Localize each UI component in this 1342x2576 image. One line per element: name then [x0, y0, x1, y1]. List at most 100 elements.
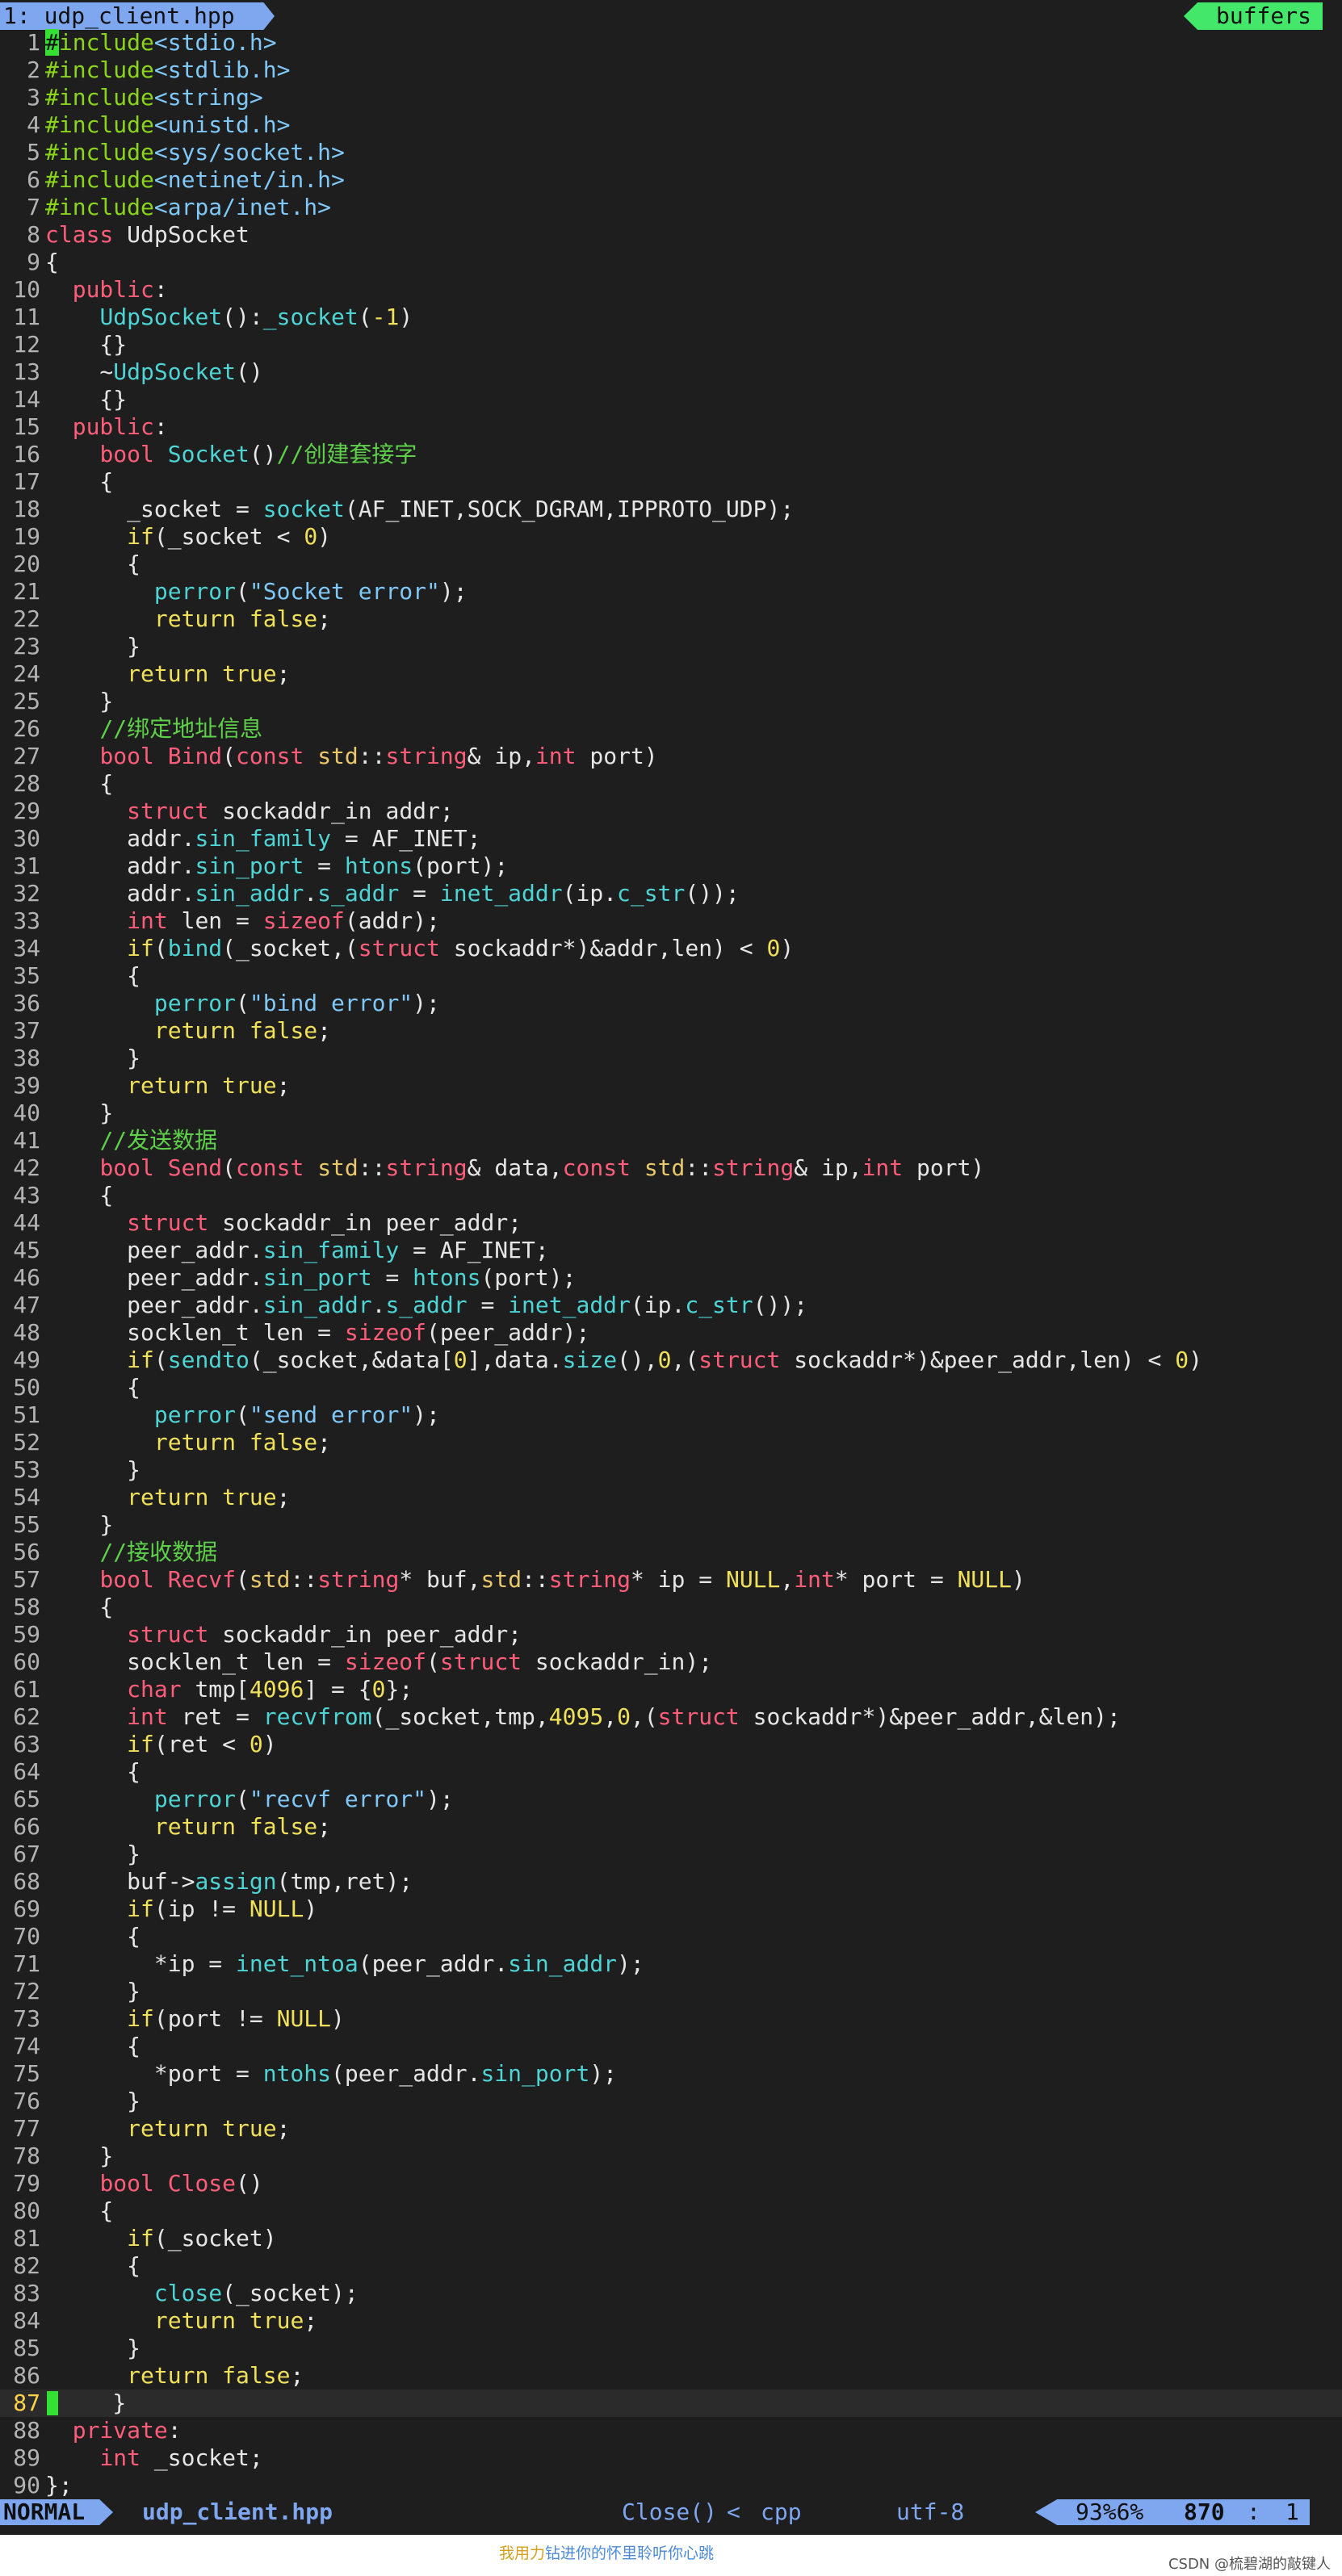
code-line[interactable]: 51 perror("send error");	[0, 1401, 1342, 1429]
code-token: (ret <	[153, 1731, 250, 1757]
tab-udp-client[interactable]: 1: udp_client.hpp	[0, 2, 275, 30]
code-line[interactable]: 73 if(port != NULL)	[0, 2005, 1342, 2033]
code-line[interactable]: 13 ~UdpSocket()	[0, 358, 1342, 386]
code-line[interactable]: 46 peer_addr.sin_port = htons(port);	[0, 1264, 1342, 1292]
code-line[interactable]: 90};	[0, 2472, 1342, 2499]
code-line[interactable]: 8 class UdpSocket	[0, 221, 1342, 249]
code-line[interactable]: 75 *port = ntohs(peer_addr.sin_port);	[0, 2060, 1342, 2088]
code-line[interactable]: 70 {	[0, 1923, 1342, 1950]
code-line[interactable]: 36 perror("bind error");	[0, 990, 1342, 1017]
code-line[interactable]: 38 }	[0, 1045, 1342, 1072]
code-line[interactable]: 24 return true;	[0, 660, 1342, 688]
code-line[interactable]: 11 UdpSocket():_socket(-1)	[0, 304, 1342, 331]
code-line[interactable]: 6 #include<netinet/in.h>	[0, 166, 1342, 194]
code-line[interactable]: 60 socklen_t len = sizeof(struct sockadd…	[0, 1648, 1342, 1676]
code-line[interactable]: 42 bool Send(const std::string& data,con…	[0, 1154, 1342, 1182]
code-line[interactable]: 54 return true;	[0, 1484, 1342, 1511]
code-line[interactable]: 52 return false;	[0, 1429, 1342, 1456]
code-line[interactable]: 32 addr.sin_addr.s_addr = inet_addr(ip.c…	[0, 880, 1342, 907]
code-line[interactable]: 22 return false;	[0, 605, 1342, 633]
code-line[interactable]: 33 int len = sizeof(addr);	[0, 907, 1342, 935]
code-line[interactable]: 29 struct sockaddr_in addr;	[0, 798, 1342, 825]
code-line[interactable]: 61 char tmp[4096] = {0};	[0, 1676, 1342, 1703]
code-line[interactable]: 80 {	[0, 2197, 1342, 2225]
code-line[interactable]: 44 struct sockaddr_in peer_addr;	[0, 1209, 1342, 1237]
code-line[interactable]: 83 close(_socket);	[0, 2280, 1342, 2307]
code-line[interactable]: 1 #include<stdio.h>	[0, 29, 1342, 57]
code-token: return	[127, 660, 209, 687]
code-line[interactable]: 17 {	[0, 468, 1342, 496]
code-token: )	[262, 1731, 277, 1757]
code-line[interactable]: 86 return false;	[0, 2362, 1342, 2390]
code-line[interactable]: 28 {	[0, 770, 1342, 798]
code-line[interactable]: 31 addr.sin_port = htons(port);	[0, 852, 1342, 880]
code-line[interactable]: 63 if(ret < 0)	[0, 1731, 1342, 1758]
code-line[interactable]: 67 }	[0, 1841, 1342, 1868]
code-line[interactable]: 59 struct sockaddr_in peer_addr;	[0, 1621, 1342, 1648]
code-line[interactable]: 7 #include<arpa/inet.h>	[0, 194, 1342, 221]
code-line[interactable]: 74 {	[0, 2033, 1342, 2060]
code-line[interactable]: 48 socklen_t len = sizeof(peer_addr);	[0, 1319, 1342, 1347]
code-line[interactable]: 85 }	[0, 2335, 1342, 2362]
code-line[interactable]: 14 {}	[0, 386, 1342, 413]
code-line[interactable]: 49 if(sendto(_socket,&data[0],data.size(…	[0, 1347, 1342, 1374]
code-line[interactable]: 37 return false;	[0, 1017, 1342, 1045]
code-line[interactable]: 27 bool Bind(const std::string& ip,int p…	[0, 743, 1342, 770]
code-line[interactable]: 87 }	[0, 2390, 1342, 2417]
code-line[interactable]: 26 //绑定地址信息	[0, 715, 1342, 743]
code-line[interactable]: 39 return true;	[0, 1072, 1342, 1100]
code-line[interactable]: 79 bool Close()	[0, 2170, 1342, 2197]
code-line[interactable]: 16 bool Socket()//创建套接字	[0, 441, 1342, 468]
buffers-indicator[interactable]: buffers	[1184, 2, 1323, 30]
code-line[interactable]: 64 {	[0, 1758, 1342, 1786]
code-line[interactable]: 18 _socket = socket(AF_INET,SOCK_DGRAM,I…	[0, 496, 1342, 523]
code-line[interactable]: 76 }	[0, 2088, 1342, 2115]
code-line[interactable]: 3 #include<string>	[0, 84, 1342, 111]
code-line[interactable]: 89 int _socket;	[0, 2444, 1342, 2472]
code-line[interactable]: 2 #include<stdlib.h>	[0, 57, 1342, 84]
code-line[interactable]: 65 perror("recvf error");	[0, 1786, 1342, 1813]
code-line[interactable]: 57 bool Recvf(std::string* buf,std::stri…	[0, 1566, 1342, 1594]
code-line[interactable]: 10 public:	[0, 276, 1342, 304]
code-line[interactable]: 35 {	[0, 962, 1342, 990]
code-line[interactable]: 30 addr.sin_family = AF_INET;	[0, 825, 1342, 852]
code-line[interactable]: 66 return false;	[0, 1813, 1342, 1841]
code-line[interactable]: 88 private:	[0, 2417, 1342, 2444]
code-line[interactable]: 50 {	[0, 1374, 1342, 1401]
code-line[interactable]: 40 }	[0, 1100, 1342, 1127]
code-line[interactable]: 47 peer_addr.sin_addr.s_addr = inet_addr…	[0, 1292, 1342, 1319]
code-line[interactable]: 41 //发送数据	[0, 1127, 1342, 1154]
code-line[interactable]: 53 }	[0, 1456, 1342, 1484]
code-line[interactable]: 69 if(ip != NULL)	[0, 1895, 1342, 1923]
code-line[interactable]: 20 {	[0, 551, 1342, 578]
code-line[interactable]: 4 #include<unistd.h>	[0, 111, 1342, 139]
code-line[interactable]: 77 return true;	[0, 2115, 1342, 2142]
code-line[interactable]: 45 peer_addr.sin_family = AF_INET;	[0, 1237, 1342, 1264]
code-line[interactable]: 25 }	[0, 688, 1342, 715]
code-line[interactable]: 78 }	[0, 2142, 1342, 2170]
code-line[interactable]: 5 #include<sys/socket.h>	[0, 139, 1342, 166]
code-line[interactable]: 23 }	[0, 633, 1342, 660]
code-line[interactable]: 12 {}	[0, 331, 1342, 358]
code-line[interactable]: 21 perror("Socket error");	[0, 578, 1342, 605]
code-line[interactable]: 19 if(_socket < 0)	[0, 523, 1342, 551]
code-line[interactable]: 72 }	[0, 1978, 1342, 2005]
code-line[interactable]: 62 int ret = recvfrom(_socket,tmp,4095,0…	[0, 1703, 1342, 1731]
code-line[interactable]: 58 {	[0, 1594, 1342, 1621]
code-editor[interactable]: 1 #include<stdio.h> 2 #include<stdlib.h> 3 #i…	[0, 29, 1342, 2499]
code-line[interactable]: 9{	[0, 249, 1342, 276]
code-line[interactable]: 81 if(_socket)	[0, 2225, 1342, 2252]
status-filename: udp_client.hpp	[142, 2499, 333, 2525]
code-line[interactable]: 34 if(bind(_socket,(struct sockaddr*)&ad…	[0, 935, 1342, 962]
code-line[interactable]: 55 }	[0, 1511, 1342, 1539]
code-line[interactable]: 56 //接收数据	[0, 1539, 1342, 1566]
code-line[interactable]: 82 {	[0, 2252, 1342, 2280]
code-token: inet_ntoa	[236, 1950, 359, 1977]
code-line[interactable]: 43 {	[0, 1182, 1342, 1209]
code-line[interactable]: 84 return true;	[0, 2307, 1342, 2335]
code-token: :	[153, 413, 168, 440]
code-line[interactable]: 15 public:	[0, 413, 1342, 441]
code-line[interactable]: 71 *ip = inet_ntoa(peer_addr.sin_addr);	[0, 1950, 1342, 1978]
code-line[interactable]: 68 buf->assign(tmp,ret);	[0, 1868, 1342, 1895]
